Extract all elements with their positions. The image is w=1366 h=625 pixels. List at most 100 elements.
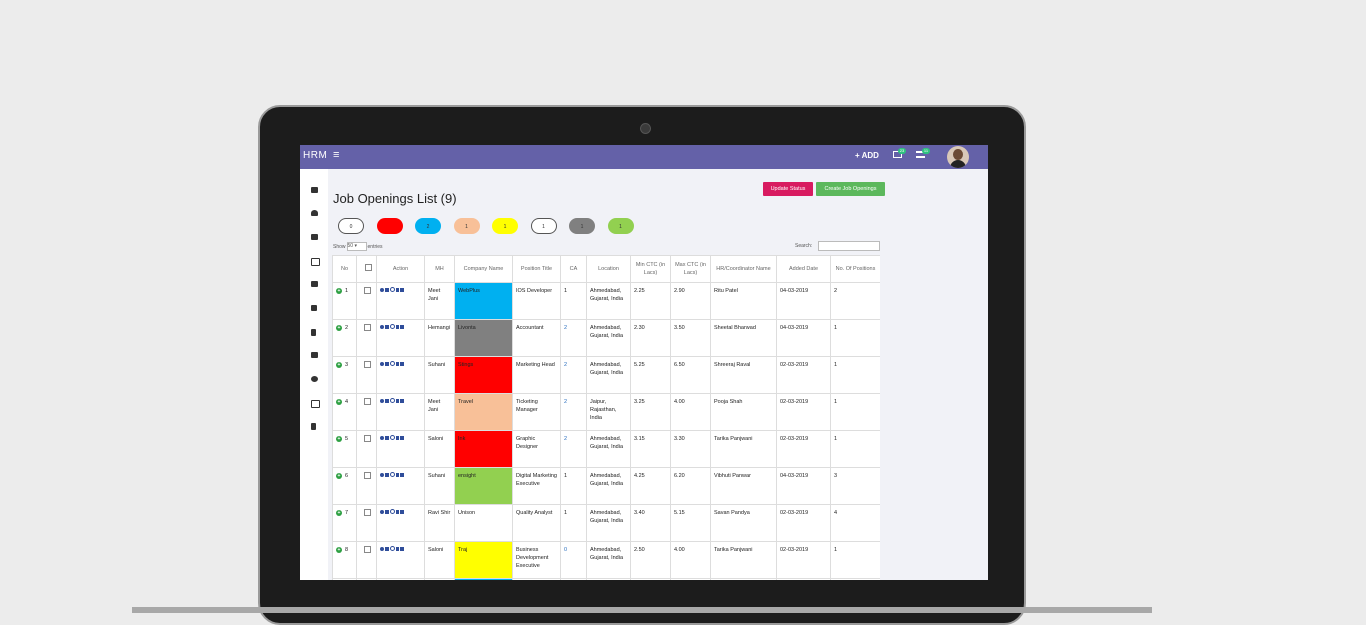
column-header[interactable]: Location bbox=[586, 255, 631, 283]
ca-cell[interactable]: 2 bbox=[560, 356, 587, 394]
row-checkbox[interactable] bbox=[364, 398, 371, 405]
view-icon[interactable] bbox=[380, 436, 384, 440]
copy-icon[interactable] bbox=[400, 324, 404, 329]
delete-icon[interactable] bbox=[395, 435, 399, 440]
column-header[interactable]: Added Date bbox=[776, 255, 831, 283]
view-icon[interactable] bbox=[380, 399, 384, 403]
status-icon[interactable] bbox=[389, 398, 395, 403]
copy-icon[interactable] bbox=[400, 435, 404, 440]
edit-icon[interactable] bbox=[385, 546, 389, 551]
status-pill[interactable]: 1 bbox=[492, 218, 518, 234]
ca-cell[interactable]: 2 bbox=[560, 319, 587, 357]
view-icon[interactable] bbox=[380, 362, 384, 366]
table-row[interactable]: +3 Suhani Stings Marketing Head 2 Ahmedabad, … bbox=[332, 356, 880, 394]
list-icon[interactable] bbox=[311, 281, 318, 287]
copy-icon[interactable] bbox=[400, 287, 404, 292]
folder-icon[interactable] bbox=[311, 187, 318, 193]
copy-icon[interactable] bbox=[400, 398, 404, 403]
copy-icon[interactable] bbox=[400, 546, 404, 551]
edit-icon[interactable] bbox=[385, 324, 389, 329]
status-pill[interactable]: 1 bbox=[607, 218, 634, 234]
status-icon[interactable] bbox=[389, 324, 395, 329]
graduation-cap-icon[interactable] bbox=[311, 352, 318, 358]
status-pill[interactable] bbox=[376, 218, 403, 234]
column-header[interactable]: CA bbox=[560, 255, 587, 283]
row-number-cell[interactable]: +3 bbox=[332, 356, 357, 394]
ca-cell[interactable]: 1 bbox=[560, 282, 587, 320]
status-pill[interactable]: 1 bbox=[453, 218, 480, 234]
column-header[interactable]: Company Name bbox=[454, 255, 513, 283]
ca-cell[interactable]: 2 bbox=[560, 430, 587, 468]
money-icon-2[interactable] bbox=[311, 400, 320, 408]
status-icon[interactable] bbox=[389, 361, 395, 366]
copy-icon[interactable] bbox=[400, 361, 404, 366]
column-header[interactable]: HR/Coordinator Name bbox=[710, 255, 777, 283]
column-header[interactable]: No bbox=[332, 255, 357, 283]
delete-icon[interactable] bbox=[395, 472, 399, 477]
bar-chart-icon[interactable] bbox=[311, 305, 317, 311]
view-icon[interactable] bbox=[380, 325, 384, 329]
row-number-cell[interactable]: +4 bbox=[332, 393, 357, 431]
row-number-cell[interactable]: +6 bbox=[332, 467, 357, 505]
expand-row-icon[interactable]: + bbox=[336, 436, 342, 442]
row-checkbox[interactable] bbox=[364, 435, 371, 442]
ca-cell[interactable]: 0 bbox=[560, 578, 587, 580]
expand-row-icon[interactable]: + bbox=[336, 362, 342, 368]
view-icon[interactable] bbox=[380, 473, 384, 477]
ca-cell[interactable]: 1 bbox=[560, 467, 587, 505]
row-checkbox[interactable] bbox=[364, 361, 371, 368]
status-pill[interactable]: 1 bbox=[530, 218, 557, 234]
table-row[interactable]: +4 Meet Jani Travel Ticketing Manager 2 Jaipu… bbox=[332, 393, 880, 431]
table-row[interactable]: +1 Meet Jani WebPlus IOS Developer 1 Ahmedaba… bbox=[332, 282, 880, 320]
status-icon[interactable] bbox=[389, 287, 395, 292]
status-icon[interactable] bbox=[389, 435, 395, 440]
edit-icon[interactable] bbox=[385, 361, 389, 366]
entries-select[interactable]: 50 ▾ bbox=[346, 242, 367, 251]
status-icon[interactable] bbox=[389, 472, 395, 477]
eye-icon[interactable] bbox=[311, 376, 318, 382]
add-button[interactable]: + ADD bbox=[855, 151, 879, 160]
column-header[interactable]: Max CTC (in Lacs) bbox=[670, 255, 711, 283]
row-number-cell[interactable]: +9 bbox=[332, 578, 357, 580]
column-header[interactable]: Position Title bbox=[512, 255, 561, 283]
expand-row-icon[interactable]: + bbox=[336, 288, 342, 294]
delete-icon[interactable] bbox=[395, 398, 399, 403]
column-header[interactable] bbox=[356, 255, 377, 283]
column-header[interactable]: Action bbox=[376, 255, 425, 283]
edit-icon[interactable] bbox=[385, 509, 389, 514]
expand-row-icon[interactable]: + bbox=[336, 547, 342, 553]
copy-icon[interactable] bbox=[400, 472, 404, 477]
status-icon[interactable] bbox=[389, 546, 395, 551]
column-header[interactable]: No. Of Positions bbox=[830, 255, 880, 283]
row-number-cell[interactable]: +2 bbox=[332, 319, 357, 357]
column-header[interactable]: Min CTC (in Lacs) bbox=[630, 255, 671, 283]
row-number-cell[interactable]: +8 bbox=[332, 541, 357, 579]
row-number-cell[interactable]: +5 bbox=[332, 430, 357, 468]
menu-toggle-icon[interactable]: ≡ bbox=[333, 149, 339, 161]
column-header[interactable]: MH bbox=[424, 255, 455, 283]
copy-icon[interactable] bbox=[400, 509, 404, 514]
view-icon[interactable] bbox=[380, 288, 384, 292]
create-job-openings-button[interactable]: Create Job Openings bbox=[816, 182, 885, 196]
phone-icon[interactable] bbox=[311, 234, 318, 240]
edit-icon[interactable] bbox=[385, 472, 389, 477]
view-icon[interactable] bbox=[380, 510, 384, 514]
view-icon[interactable] bbox=[380, 547, 384, 551]
delete-icon[interactable] bbox=[395, 509, 399, 514]
user-avatar[interactable] bbox=[947, 146, 969, 168]
table-row[interactable]: +7 Ravi Shir Unison Quality Analyst 1 Ahmedab… bbox=[332, 504, 880, 542]
edit-icon[interactable] bbox=[385, 398, 389, 403]
brand-logo[interactable]: HRM bbox=[303, 150, 327, 161]
table-row[interactable]: +2 Hemangi Livonta Accountant 2 Ahmedabad, Gu… bbox=[332, 319, 880, 357]
delete-icon[interactable] bbox=[395, 546, 399, 551]
table-row[interactable]: +6 Suhani ensight Digital Marketing Executi… bbox=[332, 467, 880, 505]
user-icon[interactable] bbox=[311, 210, 318, 216]
delete-icon[interactable] bbox=[395, 287, 399, 292]
delete-icon[interactable] bbox=[395, 324, 399, 329]
expand-row-icon[interactable]: + bbox=[336, 399, 342, 405]
row-checkbox[interactable] bbox=[364, 546, 371, 553]
table-row[interactable]: +5 Saloni Ink Graphic Designer 2 Ahmedabad, G… bbox=[332, 430, 880, 468]
select-all-checkbox[interactable] bbox=[365, 264, 372, 271]
row-checkbox[interactable] bbox=[364, 472, 371, 479]
row-number-cell[interactable]: +1 bbox=[332, 282, 357, 320]
